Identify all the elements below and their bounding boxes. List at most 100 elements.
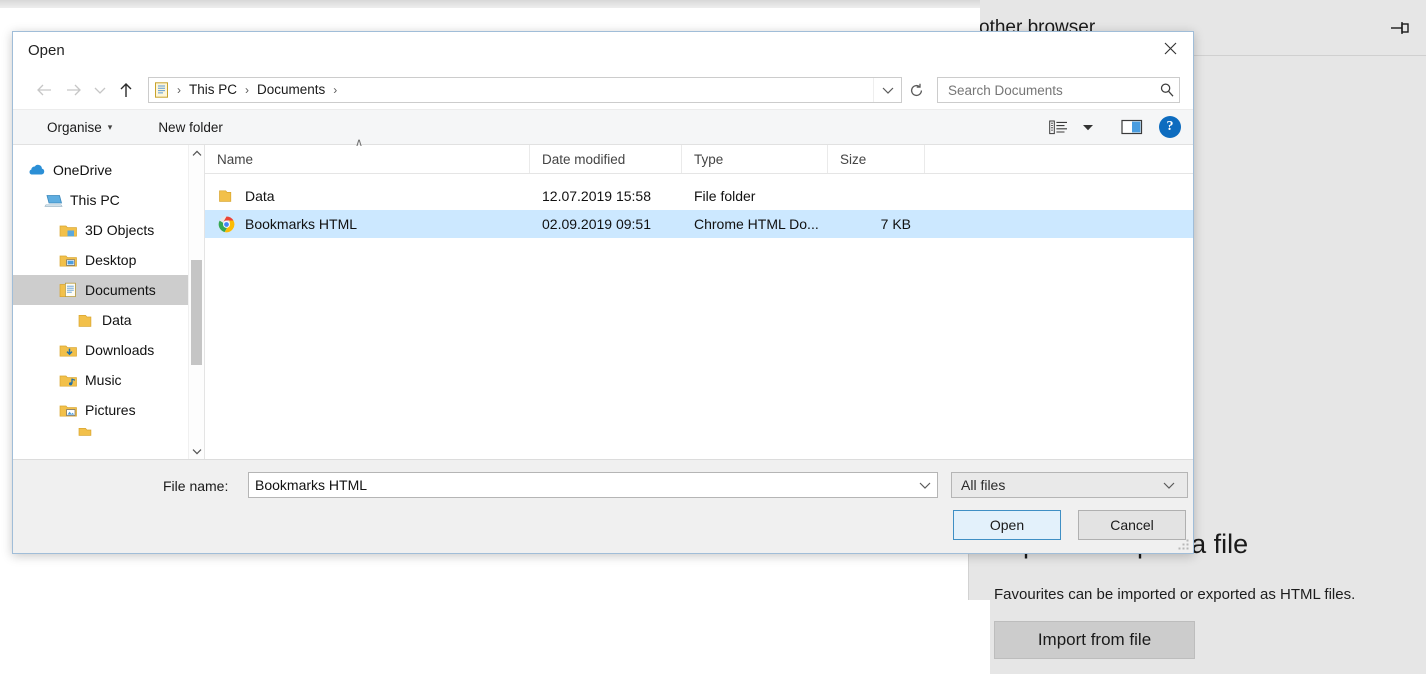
column-header-label: Date modified	[542, 152, 625, 167]
file-name-input[interactable]	[249, 477, 913, 493]
column-header-type[interactable]: Type	[682, 145, 828, 173]
sidebar-item-this-pc[interactable]: This PC	[13, 185, 204, 215]
file-name-label: Data	[245, 188, 275, 204]
search-box[interactable]	[937, 77, 1180, 103]
dialog-main-area: OneDrive This PC	[13, 145, 1193, 459]
breadcrumb-this-pc[interactable]: This PC	[185, 78, 241, 102]
import-export-description: Favourites can be imported or exported a…	[994, 586, 1355, 603]
import-from-file-button[interactable]: Import from file	[994, 621, 1195, 659]
folder-icon	[217, 187, 236, 205]
dialog-command-bar: Organise ▾ New folder	[13, 109, 1193, 145]
file-name-cell: Bookmarks HTML	[205, 215, 530, 233]
column-header-filler	[925, 145, 1193, 173]
file-name-field[interactable]	[248, 472, 938, 498]
window-top-shadow	[0, 0, 980, 8]
file-date-cell: 02.09.2019 09:51	[530, 216, 682, 232]
pin-icon[interactable]	[1388, 19, 1410, 37]
documents-folder-icon	[149, 82, 173, 98]
file-name-cell: Data	[205, 187, 530, 205]
this-pc-icon	[44, 191, 63, 209]
dialog-footer: File name: All files Open Cancel	[13, 459, 1193, 553]
file-type-cell: Chrome HTML Do...	[682, 216, 828, 232]
chevron-down-icon[interactable]	[1157, 473, 1181, 497]
sidebar-item-onedrive[interactable]: OneDrive	[13, 155, 204, 185]
close-icon[interactable]	[1147, 32, 1193, 64]
search-icon[interactable]	[1159, 82, 1175, 98]
breadcrumb-separator-2: ›	[241, 83, 253, 97]
sidebar-item-3d-objects[interactable]: 3D Objects	[13, 215, 204, 245]
onedrive-cloud-icon	[27, 161, 46, 179]
file-list-header: Name ∧ Date modified Type Size	[205, 145, 1193, 174]
file-date-cell: 12.07.2019 15:58	[530, 188, 682, 204]
column-header-size[interactable]: Size	[828, 145, 925, 173]
sidebar-item-partial[interactable]	[13, 425, 204, 439]
help-icon[interactable]: ?	[1159, 116, 1181, 138]
sidebar-item-pictures[interactable]: Pictures	[13, 395, 204, 425]
recent-locations-chevron-down-icon[interactable]	[89, 76, 111, 104]
file-type-cell: File folder	[682, 188, 828, 204]
column-header-name[interactable]: Name ∧	[205, 145, 530, 173]
open-button[interactable]: Open	[953, 510, 1061, 540]
table-row[interactable]: Bookmarks HTML 02.09.2019 09:51 Chrome H…	[205, 210, 1193, 238]
sidebar-item-label: Desktop	[85, 252, 136, 268]
sidebar-item-data[interactable]: Data	[13, 305, 204, 335]
new-folder-button[interactable]: New folder	[150, 116, 231, 139]
file-type-filter-value: All files	[961, 477, 1005, 493]
column-header-date-modified[interactable]: Date modified	[530, 145, 682, 173]
sidebar-item-label: Documents	[85, 282, 156, 298]
sidebar-item-label: Downloads	[85, 342, 154, 358]
chevron-down-icon[interactable]	[913, 473, 937, 497]
address-bar[interactable]: › This PC › Documents ›	[148, 77, 902, 103]
documents-folder-icon	[59, 281, 78, 299]
search-input[interactable]	[946, 82, 1159, 99]
arrow-right-icon[interactable]	[59, 76, 89, 104]
column-header-label: Size	[840, 152, 866, 167]
sidebar-item-music[interactable]: Music	[13, 365, 204, 395]
breadcrumb-separator-3[interactable]: ›	[329, 83, 341, 97]
chevron-up-icon[interactable]	[189, 145, 204, 161]
view-list-icon[interactable]	[1043, 113, 1073, 141]
file-size-cell: 7 KB	[828, 216, 925, 232]
desktop-folder-icon	[59, 251, 78, 269]
sidebar-item-documents[interactable]: Documents	[13, 275, 204, 305]
cancel-button[interactable]: Cancel	[1078, 510, 1186, 540]
table-row[interactable]: Data 12.07.2019 15:58 File folder	[205, 182, 1193, 210]
pictures-folder-icon	[59, 401, 78, 419]
dialog-title: Open	[28, 42, 65, 59]
breadcrumb-separator: ›	[173, 83, 185, 97]
scrollbar-thumb[interactable]	[191, 260, 202, 365]
chevron-down-icon[interactable]	[189, 443, 204, 459]
file-type-filter-select[interactable]: All files	[951, 472, 1188, 498]
file-list-pane: Name ∧ Date modified Type Size	[205, 145, 1193, 459]
resize-grip-icon[interactable]	[1178, 539, 1190, 551]
breadcrumb-documents[interactable]: Documents	[253, 78, 329, 102]
preview-pane-icon[interactable]	[1117, 113, 1147, 141]
sidebar-item-desktop[interactable]: Desktop	[13, 245, 204, 275]
sidebar-item-label: 3D Objects	[85, 222, 154, 238]
command-bar-right-group: ?	[1043, 113, 1181, 141]
file-name-label: Bookmarks HTML	[245, 216, 357, 232]
arrow-left-icon[interactable]	[29, 76, 59, 104]
organise-button[interactable]: Organise ▾	[39, 116, 120, 139]
folder-icon	[76, 311, 95, 329]
downloads-folder-icon	[59, 341, 78, 359]
view-chevron-down-icon[interactable]	[1073, 113, 1103, 141]
organise-label: Organise	[47, 120, 102, 135]
file-name-label: File name:	[163, 478, 228, 494]
new-folder-label: New folder	[158, 120, 223, 135]
address-chevron-down-icon[interactable]	[873, 78, 901, 102]
sort-ascending-icon: ∧	[355, 136, 363, 149]
sidebar-item-label: Music	[85, 372, 122, 388]
dialog-titlebar: Open	[13, 32, 1193, 71]
navigation-pane-scrollbar[interactable]	[188, 145, 204, 459]
page-background-strip	[968, 600, 990, 674]
file-list-body: Data 12.07.2019 15:58 File folder	[205, 174, 1193, 238]
refresh-icon[interactable]	[903, 77, 929, 103]
arrow-up-icon[interactable]	[111, 76, 141, 104]
sidebar-item-label: OneDrive	[53, 162, 112, 178]
sidebar-item-label: This PC	[70, 192, 120, 208]
sidebar-item-label: Pictures	[85, 402, 136, 418]
open-file-dialog: Open	[12, 31, 1194, 554]
sidebar-item-downloads[interactable]: Downloads	[13, 335, 204, 365]
column-header-label: Type	[694, 152, 723, 167]
